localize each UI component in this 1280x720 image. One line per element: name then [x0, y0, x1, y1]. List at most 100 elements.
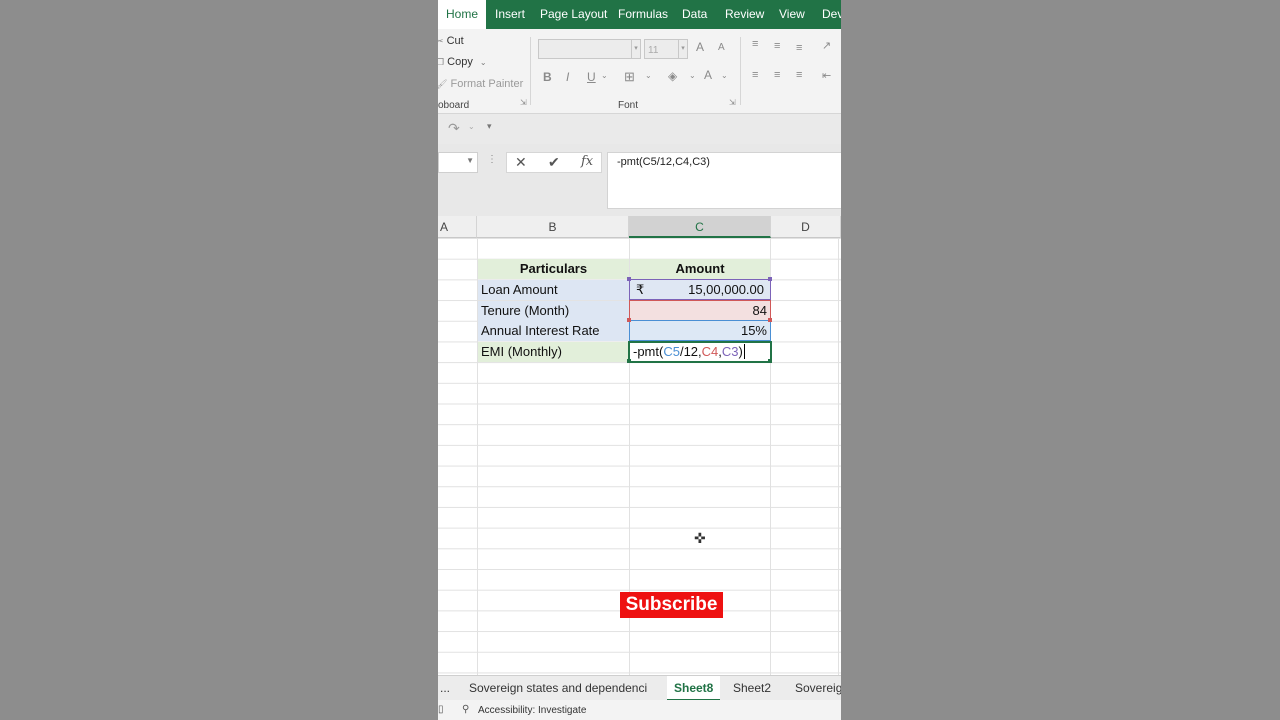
chevron-down-icon[interactable]: ⌄ — [721, 71, 728, 80]
sheet-tab-sheet2[interactable]: Sheet2 — [733, 676, 771, 701]
excel-window: Home Insert Page Layout Formulas Data Re… — [438, 0, 841, 720]
grid-line — [838, 238, 839, 675]
range-handle[interactable] — [627, 318, 631, 322]
range-handle[interactable] — [768, 277, 772, 281]
name-box[interactable]: ▼ — [438, 152, 478, 173]
chevron-down-icon: ▾ — [678, 40, 687, 58]
sheet-tab-sheet8[interactable]: Sheet8 — [667, 676, 721, 701]
scissors-icon: ✂ — [438, 36, 444, 46]
column-header-c[interactable]: C — [629, 216, 771, 238]
column-header-d[interactable]: D — [771, 216, 841, 238]
cell-c6-emi-editing[interactable]: -pmt(C5/12,C4,C3) — [628, 341, 772, 363]
sheet-tab-sovereign-states[interactable]: Sovereign states and dependenci — [469, 676, 647, 701]
column-header-a[interactable]: A — [438, 216, 477, 238]
font-group-label: Font — [618, 100, 639, 111]
text-caret — [743, 344, 745, 359]
more-sheets-button[interactable]: ... — [440, 676, 450, 701]
cell-cursor-icon: ✜ — [694, 530, 706, 546]
formula-ref-c5: C5 — [663, 344, 680, 359]
resize-handle-icon[interactable]: ⋮ — [487, 154, 497, 165]
group-divider — [740, 37, 741, 105]
dialog-launcher-icon[interactable]: ⇲ — [520, 98, 527, 107]
cell-b2-particulars[interactable]: Particulars — [478, 259, 629, 279]
range-handle[interactable] — [627, 277, 631, 281]
decrease-indent-icon[interactable]: ⇤ — [822, 69, 831, 82]
copy-button[interactable]: ❐ Copy ⌄ — [438, 56, 487, 68]
format-painter-button[interactable]: 🖌 Format Painter — [438, 78, 523, 90]
brush-icon: 🖌 — [438, 79, 448, 89]
align-middle-icon[interactable]: ≡ — [774, 40, 780, 52]
quick-access-toolbar: ↷ ⌄ ▾ — [438, 114, 841, 144]
video-letterbox-left — [0, 0, 438, 720]
bold-button[interactable]: B — [543, 70, 552, 84]
cancel-icon[interactable]: ✕ — [515, 154, 527, 171]
chevron-down-icon[interactable]: ⌄ — [468, 122, 475, 131]
chevron-down-icon: ▾ — [631, 40, 640, 58]
cell-b3-label[interactable]: Loan Amount — [478, 280, 629, 300]
align-bottom-icon[interactable]: ≡ — [796, 42, 802, 54]
fill-color-icon[interactable]: ◈ — [668, 69, 677, 83]
range-handle[interactable] — [627, 359, 631, 363]
range-handle[interactable] — [768, 318, 772, 322]
group-divider — [530, 37, 531, 105]
tab-insert[interactable]: Insert — [495, 0, 525, 29]
align-left-icon[interactable]: ≡ — [752, 69, 758, 81]
tab-developer[interactable]: Dev — [822, 0, 841, 29]
tab-view[interactable]: View — [779, 0, 805, 29]
fill-handle[interactable] — [768, 359, 772, 363]
accessibility-icon[interactable]: ⚲ — [462, 704, 469, 715]
sheet-tab-bar: ... Sovereign states and dependenci Shee… — [438, 675, 841, 701]
accessibility-status[interactable]: Accessibility: Investigate — [478, 705, 586, 716]
chevron-down-icon[interactable]: ⌄ — [645, 71, 652, 80]
tab-home[interactable]: Home — [438, 0, 487, 29]
sheet-view-icon: ▯ — [438, 704, 444, 715]
redo-icon[interactable]: ↷ — [448, 120, 460, 137]
video-letterbox-right — [841, 0, 1280, 720]
font-color-icon[interactable]: A — [704, 68, 712, 82]
column-header-b[interactable]: B — [477, 216, 629, 238]
underline-button[interactable]: U — [587, 70, 596, 84]
copy-icon: ❐ — [438, 57, 445, 67]
orientation-icon[interactable]: ↗ — [822, 39, 831, 52]
italic-button[interactable]: I — [566, 70, 569, 84]
subscribe-button[interactable]: Subscribe — [620, 592, 723, 618]
chevron-down-icon[interactable]: ⌄ — [601, 71, 608, 80]
sheet-tab-sovereig[interactable]: Sovereig — [795, 676, 841, 701]
status-bar: ▯ ⚲ Accessibility: Investigate — [438, 700, 841, 720]
cell-c2-amount[interactable]: Amount — [630, 259, 770, 279]
tab-data[interactable]: Data — [682, 0, 707, 29]
font-size-combo[interactable]: 11 ▾ — [644, 39, 688, 59]
customize-toolbar-icon[interactable]: ▾ — [487, 121, 492, 132]
align-center-icon[interactable]: ≡ — [774, 69, 780, 81]
tab-review[interactable]: Review — [725, 0, 764, 29]
borders-icon[interactable]: ⊞ — [624, 69, 635, 85]
ribbon-home: ✂ Cut ❐ Copy ⌄ 🖌 Format Painter oboard ⇲… — [438, 29, 841, 114]
insert-function-icon[interactable]: fx — [581, 154, 593, 169]
chevron-down-icon[interactable]: ⌄ — [689, 71, 696, 80]
formula-text: -pmt( — [633, 344, 664, 359]
tab-page-layout[interactable]: Page Layout — [540, 0, 607, 29]
shrink-font-icon[interactable]: A — [718, 42, 725, 53]
chevron-down-icon: ⌄ — [479, 58, 487, 67]
formula-ref-c3: C3 — [721, 344, 739, 359]
tab-formulas[interactable]: Formulas — [618, 0, 668, 29]
dialog-launcher-icon[interactable]: ⇲ — [729, 98, 736, 107]
cell-c4-tenure[interactable]: 84 — [629, 300, 771, 321]
cell-b4-label[interactable]: Tenure (Month) — [478, 301, 629, 321]
align-top-icon[interactable]: ≡ — [752, 38, 758, 50]
cell-c5-interest-rate[interactable]: 15% — [629, 320, 771, 341]
formula-text: ) — [738, 344, 743, 359]
font-name-combo[interactable]: ▾ — [538, 39, 641, 59]
cell-c3-loan-amount[interactable]: ₹ 15,00,000.00 — [629, 279, 771, 300]
chevron-down-icon: ▼ — [466, 156, 474, 165]
align-right-icon[interactable]: ≡ — [796, 69, 802, 81]
enter-icon[interactable]: ✔ — [548, 154, 560, 171]
cell-b6-label[interactable]: EMI (Monthly) — [478, 342, 629, 362]
formula-buttons: ✕ ✔ fx — [506, 152, 602, 173]
cell-value: 15,00,000.00 — [688, 282, 764, 297]
cell-b5-label[interactable]: Annual Interest Rate — [478, 321, 629, 341]
formula-input[interactable]: -pmt(C5/12,C4,C3) — [607, 152, 841, 209]
grow-font-icon[interactable]: A — [696, 40, 704, 54]
cut-button[interactable]: ✂ Cut — [438, 35, 464, 47]
formula-text: /12, — [679, 344, 702, 359]
